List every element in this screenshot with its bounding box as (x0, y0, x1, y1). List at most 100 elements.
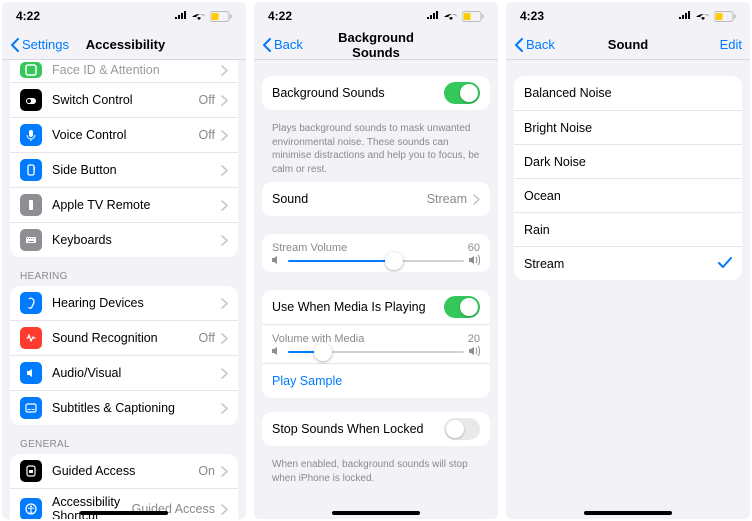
row-apple-tv-remote[interactable]: Apple TV Remote (10, 187, 238, 222)
row-value: Off (199, 128, 215, 142)
row-stop-when-locked[interactable]: Stop Sounds When Locked (262, 412, 490, 446)
speaker-low-icon (270, 253, 282, 267)
row-guided-access[interactable]: Guided Access On (10, 454, 238, 488)
row-sound-option[interactable]: Stream (514, 246, 742, 280)
stream-volume-slider[interactable] (272, 260, 480, 262)
speaker-low-icon (270, 344, 282, 358)
wifi-icon (696, 11, 710, 21)
row-sound-option[interactable]: Dark Noise (514, 144, 742, 178)
content-background-sounds[interactable]: Background Sounds Plays background sound… (254, 60, 498, 519)
row-sound-option[interactable]: Balanced Noise (514, 76, 742, 110)
row-value: Off (199, 93, 215, 107)
chevron-right-icon (221, 333, 228, 344)
back-button[interactable]: Settings (10, 37, 69, 52)
option-label: Dark Noise (524, 155, 732, 169)
row-label: Apple TV Remote (52, 198, 215, 212)
checkmark-icon (718, 256, 732, 272)
row-label: Background Sounds (272, 86, 444, 100)
row-value: Off (199, 331, 215, 345)
cell-signal-icon (426, 11, 440, 21)
footer-text: When enabled, background sounds will sto… (262, 454, 490, 491)
home-indicator[interactable] (332, 511, 420, 515)
row-label: Switch Control (52, 93, 199, 107)
chevron-left-icon (10, 38, 19, 52)
row-label: Hearing Devices (52, 296, 215, 310)
row-switch-control[interactable]: Switch Control Off (10, 82, 238, 117)
row-keyboards[interactable]: Keyboards (10, 222, 238, 257)
row-voice-control[interactable]: Voice Control Off (10, 117, 238, 152)
wifi-icon (444, 11, 458, 21)
guided-access-icon (20, 460, 42, 482)
option-label: Stream (524, 257, 718, 271)
row-label: Side Button (52, 163, 215, 177)
subtitles-icon (20, 397, 42, 419)
nav-bar: Back Sound Edit (506, 30, 750, 60)
row-label: Face ID & Attention (52, 63, 215, 77)
home-indicator[interactable] (584, 511, 672, 515)
chevron-right-icon (221, 130, 228, 141)
phone-background-sounds: 4:22 Back Background Sounds Background S… (254, 2, 498, 519)
edit-button[interactable]: Edit (686, 37, 742, 52)
status-time: 4:23 (520, 9, 544, 23)
row-sound[interactable]: Sound Stream (262, 182, 490, 216)
row-sound-option[interactable]: Bright Noise (514, 110, 742, 144)
status-time: 4:22 (16, 9, 40, 23)
stop-locked-toggle[interactable] (444, 418, 480, 440)
option-label: Rain (524, 223, 732, 237)
speaker-high-icon (468, 253, 482, 267)
play-sample-button[interactable]: Play Sample (262, 363, 490, 398)
battery-icon (462, 11, 484, 22)
footer-text: Plays background sounds to mask unwanted… (262, 118, 490, 182)
side-button-icon (20, 159, 42, 181)
chevron-right-icon (221, 504, 228, 515)
row-audio-visual[interactable]: Audio/Visual (10, 355, 238, 390)
status-icons (678, 11, 736, 22)
chevron-right-icon (221, 368, 228, 379)
option-label: Balanced Noise (524, 86, 732, 100)
row-hearing-devices[interactable]: Hearing Devices (10, 286, 238, 320)
edit-label: Edit (720, 37, 742, 52)
chevron-right-icon (221, 235, 228, 246)
row-sound-option[interactable]: Rain (514, 212, 742, 246)
speaker-high-icon (468, 344, 482, 358)
sound-recognition-icon (20, 327, 42, 349)
cell-signal-icon (678, 11, 692, 21)
nav-title: Accessibility (69, 37, 182, 52)
back-label: Back (274, 37, 303, 52)
row-label: Subtitles & Captioning (52, 401, 215, 415)
row-sound-option[interactable]: Ocean (514, 178, 742, 212)
home-indicator[interactable] (80, 511, 168, 515)
row-volume-with-media: Volume with Media 20 (262, 324, 490, 363)
row-stream-volume: Stream Volume 60 (262, 234, 490, 272)
back-button[interactable]: Back (514, 37, 570, 52)
battery-icon (210, 11, 232, 22)
back-label: Back (526, 37, 555, 52)
row-sound-recognition[interactable]: Sound Recognition Off (10, 320, 238, 355)
row-subtitles-captioning[interactable]: Subtitles & Captioning (10, 390, 238, 425)
row-side-button[interactable]: Side Button (10, 152, 238, 187)
back-button[interactable]: Back (262, 37, 318, 52)
chevron-right-icon (221, 298, 228, 309)
use-media-toggle[interactable] (444, 296, 480, 318)
content-accessibility[interactable]: Face ID & Attention Switch Control Off V… (2, 60, 246, 519)
chevron-right-icon (221, 466, 228, 477)
status-icons (174, 11, 232, 22)
chevron-right-icon (221, 200, 228, 211)
status-time: 4:22 (268, 9, 292, 23)
chevron-right-icon (221, 403, 228, 414)
content-sound[interactable]: Balanced Noise Bright Noise Dark Noise Ocea… (506, 60, 750, 519)
phone-accessibility: 4:22 Settings Accessibility Face ID & At… (2, 2, 246, 519)
row-background-sounds-toggle[interactable]: Background Sounds (262, 76, 490, 110)
back-label: Settings (22, 37, 69, 52)
status-bar: 4:22 (254, 2, 498, 30)
row-use-when-media[interactable]: Use When Media Is Playing (262, 290, 490, 324)
background-sounds-toggle[interactable] (444, 82, 480, 104)
row-label: Keyboards (52, 233, 215, 247)
volume-media-slider[interactable] (272, 351, 480, 353)
section-header-hearing: HEARING (20, 271, 238, 282)
row-face-id[interactable]: Face ID & Attention (10, 60, 238, 82)
accessibility-shortcut-icon (20, 498, 42, 519)
chevron-left-icon (262, 38, 271, 52)
row-label-line1: Accessibility (52, 495, 132, 509)
face-id-icon (20, 62, 42, 78)
